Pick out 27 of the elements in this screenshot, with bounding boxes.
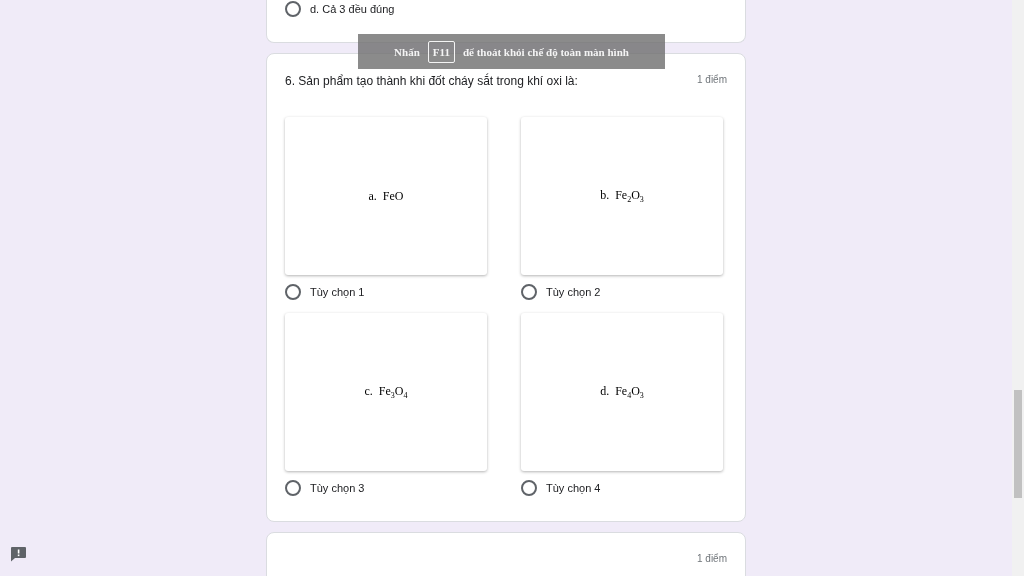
option-label: Tùy chọn 1 <box>310 286 365 298</box>
radio-button[interactable] <box>521 480 537 496</box>
option-label: d. Cả 3 đều đúng <box>310 3 395 15</box>
radio-option[interactable]: Tùy chọn 2 <box>521 283 723 301</box>
question-title: 6. Sản phẩm tạo thành khi đốt cháy sắt trong khí oxi là: <box>285 74 578 88</box>
points-label: 1 điểm <box>697 74 727 85</box>
radio-button[interactable] <box>521 284 537 300</box>
feedback-icon[interactable] <box>10 546 27 562</box>
formula-text: b. Fe$_{2}$O$_{3}$ <box>600 187 644 205</box>
radio-option[interactable]: d. Cả 3 đều đúng <box>285 0 727 18</box>
formula-text: a. FeO <box>368 188 404 204</box>
scrollbar[interactable] <box>1012 0 1024 576</box>
radio-button[interactable] <box>285 480 301 496</box>
points-label: 1 điểm <box>697 553 727 566</box>
radio-button[interactable] <box>285 1 301 17</box>
radio-option[interactable]: Tùy chọn 3 <box>285 479 487 497</box>
option-label: Tùy chọn 2 <box>546 286 601 298</box>
notice-text: Nhấn <box>394 45 420 58</box>
radio-option[interactable]: Tùy chọn 4 <box>521 479 723 497</box>
radio-option[interactable]: Tùy chọn 1 <box>285 283 487 301</box>
option-label: Tùy chọn 3 <box>310 482 365 494</box>
radio-button[interactable] <box>285 284 301 300</box>
notice-text: để thoát khỏi chế độ toàn màn hình <box>462 45 629 58</box>
formula-text: d. Fe$_{4}$O$_{3}$ <box>600 383 644 401</box>
key-label: F11 <box>427 40 455 63</box>
formula-text: c. Fe$_{3}$O$_{4}$ <box>364 383 408 401</box>
option-label: Tùy chọn 4 <box>546 482 601 494</box>
